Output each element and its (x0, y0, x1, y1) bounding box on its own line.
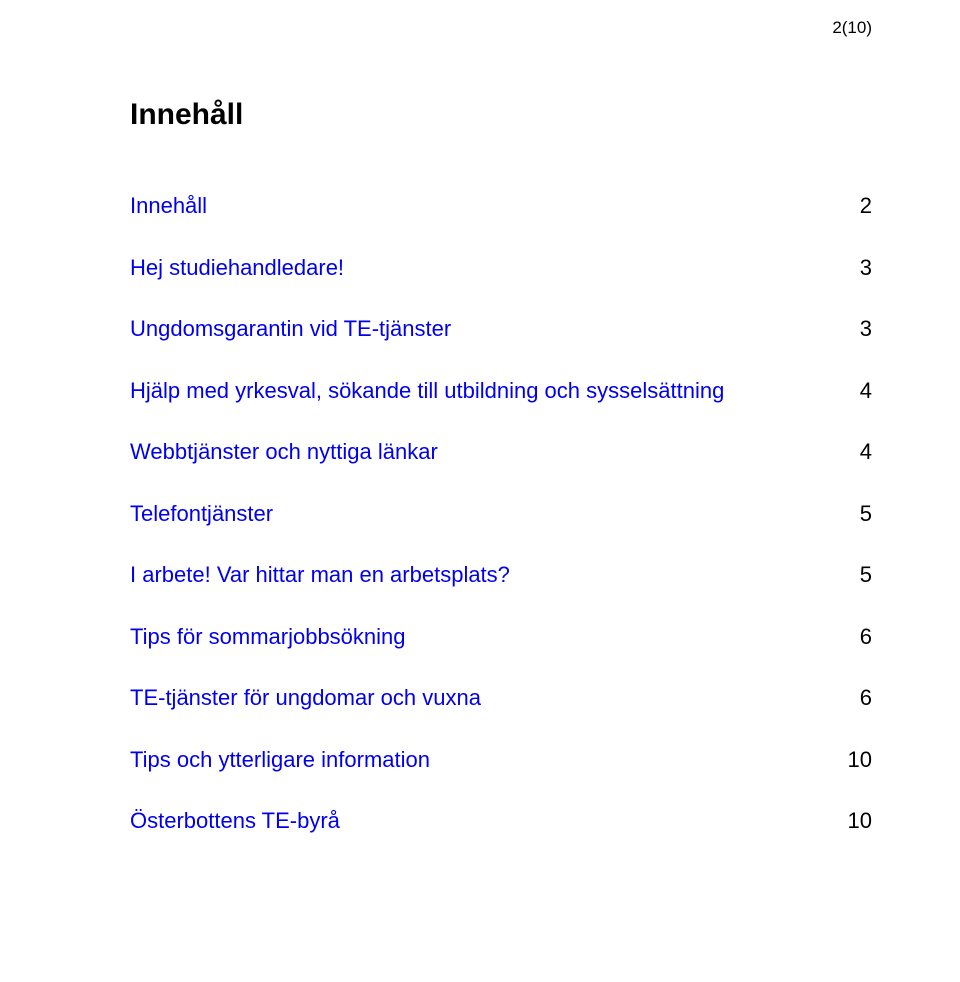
toc-row[interactable]: I arbete! Var hittar man en arbetsplats?… (130, 561, 872, 589)
toc-row[interactable]: Ungdomsgarantin vid TE-tjänster 3 (130, 315, 872, 343)
toc-entry-page: 5 (842, 561, 872, 589)
toc-entry-label: Tips för sommarjobbsökning (130, 623, 842, 651)
toc-entry-label: Webbtjänster och nyttiga länkar (130, 438, 842, 466)
toc-entry-page: 5 (842, 500, 872, 528)
toc-row[interactable]: Hej studiehandledare! 3 (130, 254, 872, 282)
toc-entry-label: Österbottens TE-byrå (130, 807, 842, 835)
toc-entry-label: Hjälp med yrkesval, sökande till utbildn… (130, 377, 842, 405)
page-title: Innehåll (130, 98, 872, 132)
document-page: 2(10) Innehåll Innehåll 2 Hej studiehand… (0, 0, 960, 982)
toc-row[interactable]: Hjälp med yrkesval, sökande till utbildn… (130, 377, 872, 405)
toc-row[interactable]: Innehåll 2 (130, 192, 872, 220)
toc-entry-page: 3 (842, 315, 872, 343)
toc-entry-page: 2 (842, 192, 872, 220)
toc-entry-page: 10 (842, 746, 872, 774)
toc-row[interactable]: Tips för sommarjobbsökning 6 (130, 623, 872, 651)
toc-entry-page: 4 (842, 377, 872, 405)
toc-entry-label: I arbete! Var hittar man en arbetsplats? (130, 561, 842, 589)
page-number: 2(10) (832, 18, 872, 38)
toc-entry-page: 3 (842, 254, 872, 282)
toc-row[interactable]: Webbtjänster och nyttiga länkar 4 (130, 438, 872, 466)
toc-row[interactable]: Österbottens TE-byrå 10 (130, 807, 872, 835)
toc-entry-label: Ungdomsgarantin vid TE-tjänster (130, 315, 842, 343)
toc-entry-page: 6 (842, 623, 872, 651)
table-of-contents: Innehåll 2 Hej studiehandledare! 3 Ungdo… (130, 192, 872, 835)
toc-row[interactable]: Tips och ytterligare information 10 (130, 746, 872, 774)
toc-entry-page: 6 (842, 684, 872, 712)
toc-row[interactable]: Telefontjänster 5 (130, 500, 872, 528)
toc-entry-page: 10 (842, 807, 872, 835)
toc-entry-label: Hej studiehandledare! (130, 254, 842, 282)
toc-entry-page: 4 (842, 438, 872, 466)
toc-entry-label: TE-tjänster för ungdomar och vuxna (130, 684, 842, 712)
toc-entry-label: Telefontjänster (130, 500, 842, 528)
toc-entry-label: Innehåll (130, 192, 842, 220)
toc-row[interactable]: TE-tjänster för ungdomar och vuxna 6 (130, 684, 872, 712)
toc-entry-label: Tips och ytterligare information (130, 746, 842, 774)
